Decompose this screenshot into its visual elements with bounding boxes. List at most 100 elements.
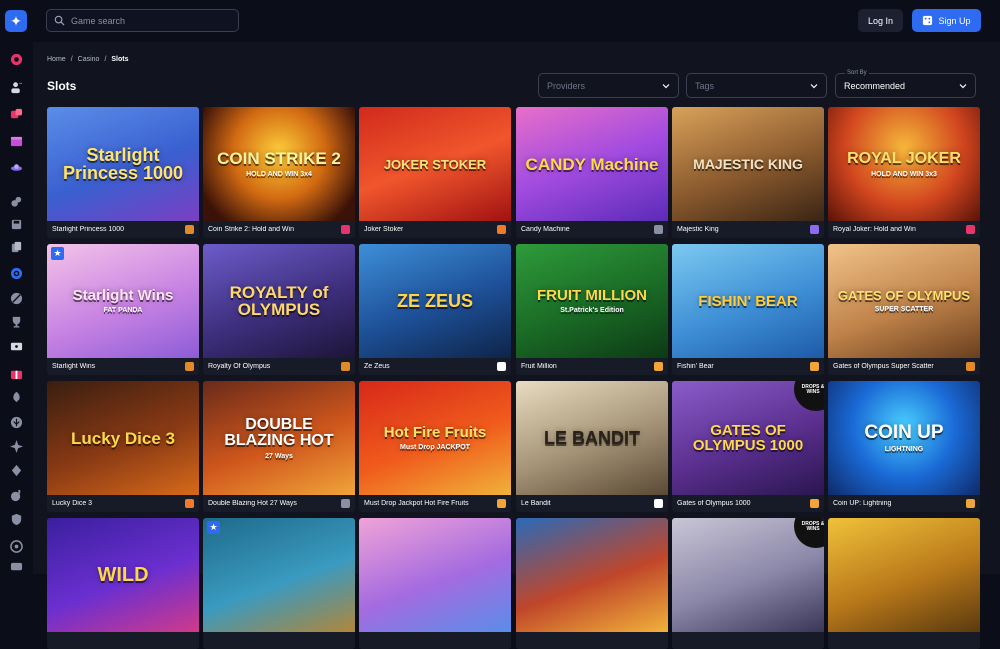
game-thumbnail[interactable]: CANDY Machine xyxy=(516,107,668,221)
bomb-icon[interactable] xyxy=(9,488,24,503)
ufo-icon[interactable] xyxy=(9,160,24,175)
game-thumbnail[interactable]: Starlight Wins FAT PANDA ★ xyxy=(47,244,199,358)
game-thumbnail[interactable]: DROPS & WINS xyxy=(672,518,824,632)
sort-dropdown[interactable]: Sort By Recommended xyxy=(835,70,976,98)
game-name[interactable]: Starlight Wins xyxy=(52,363,95,370)
game-name[interactable]: Fruit Million xyxy=(521,363,557,370)
game-card[interactable]: Starlight Princess 1000 Starlight Princes… xyxy=(47,107,199,238)
game-card[interactable] xyxy=(359,518,511,649)
game-card[interactable]: GATES OF OLYMPUS SUPER SCATTER Gates of Ol… xyxy=(828,244,980,375)
game-card[interactable]: LE BANDIT Le Bandit xyxy=(516,381,668,512)
game-card[interactable]: MAJESTIC KING Majestic King xyxy=(672,107,824,238)
game-thumbnail[interactable]: COIN STRIKE 2 HOLD AND WIN 3x4 xyxy=(203,107,355,221)
game-card[interactable]: COIN STRIKE 2 HOLD AND WIN 3x4 Coin Strike… xyxy=(203,107,355,238)
chest-icon[interactable] xyxy=(9,134,24,149)
game-thumbnail[interactable] xyxy=(516,518,668,632)
game-thumbnail[interactable]: GATES OF OLYMPUS SUPER SCATTER xyxy=(828,244,980,358)
game-thumbnail[interactable]: DOUBLE BLAZING HOT 27 Ways xyxy=(203,381,355,495)
search-input[interactable] xyxy=(71,15,231,26)
game-name[interactable]: Coin UP: Lightning xyxy=(833,500,891,507)
game-thumbnail[interactable]: Starlight Princess 1000 xyxy=(47,107,199,221)
target-icon[interactable] xyxy=(9,266,24,281)
chat-icon[interactable] xyxy=(9,560,24,575)
tags-dropdown[interactable]: Tags xyxy=(686,73,827,98)
lobby-icon[interactable] xyxy=(9,52,24,67)
cards-icon[interactable] xyxy=(9,240,24,255)
game-card[interactable]: WILD xyxy=(47,518,199,649)
game-thumbnail[interactable]: FRUIT MILLION St.Patrick's Edition xyxy=(516,244,668,358)
game-thumbnail[interactable]: LE BANDIT xyxy=(516,381,668,495)
game-card[interactable]: DOUBLE BLAZING HOT 27 Ways Double Blazing … xyxy=(203,381,355,512)
breadcrumb-home[interactable]: Home xyxy=(47,56,66,63)
game-thumbnail[interactable]: ZE ZEUS xyxy=(359,244,511,358)
game-name[interactable]: Starlight Princess 1000 xyxy=(52,226,124,233)
rocket-icon[interactable] xyxy=(9,390,24,405)
game-card[interactable]: FRUIT MILLION St.Patrick's Edition Fruit M… xyxy=(516,244,668,375)
save-icon[interactable] xyxy=(9,217,24,232)
game-name[interactable]: Must Drop Jackpot Hot Fire Fruits xyxy=(364,500,469,507)
game-thumbnail[interactable]: GATES OF OLYMPUS 1000 DROPS & WINS xyxy=(672,381,824,495)
game-name[interactable]: Lucky Dice 3 xyxy=(52,500,92,507)
game-card[interactable]: FISHIN' BEAR Fishin' Bear xyxy=(672,244,824,375)
game-card[interactable] xyxy=(516,518,668,649)
search-box[interactable] xyxy=(46,9,239,32)
game-card[interactable] xyxy=(828,518,980,649)
game-art-title: CANDY Machine xyxy=(525,154,659,174)
game-thumbnail[interactable]: Lucky Dice 3 xyxy=(47,381,199,495)
game-art-subtitle: St.Patrick's Edition xyxy=(560,307,624,314)
game-card[interactable]: JOKER STOKER Joker Stoker xyxy=(359,107,511,238)
game-card[interactable]: Hot Fire Fruits Must Drop JACKPOT Must Dro… xyxy=(359,381,511,512)
game-thumbnail[interactable]: MAJESTIC KING xyxy=(672,107,824,221)
game-card[interactable]: GATES OF OLYMPUS 1000 DROPS & WINS Gates o… xyxy=(672,381,824,512)
game-thumbnail[interactable]: WILD xyxy=(47,518,199,632)
breadcrumb-casino[interactable]: Casino xyxy=(78,56,100,63)
shield-icon[interactable] xyxy=(9,512,24,527)
game-thumbnail[interactable] xyxy=(359,518,511,632)
game-thumbnail[interactable]: JOKER STOKER xyxy=(359,107,511,221)
support-icon[interactable] xyxy=(9,539,24,554)
game-name[interactable]: Royalty Of Olympus xyxy=(208,363,270,370)
game-name[interactable]: Double Blazing Hot 27 Ways xyxy=(208,500,297,507)
login-button[interactable]: Log In xyxy=(858,9,903,32)
game-name[interactable]: Candy Machine xyxy=(521,226,570,233)
game-card[interactable]: ROYAL JOKER HOLD AND WIN 3x3 Royal Joker: … xyxy=(828,107,980,238)
add-friend-icon[interactable] xyxy=(9,80,24,95)
game-thumbnail[interactable]: ROYAL JOKER HOLD AND WIN 3x3 xyxy=(828,107,980,221)
game-name[interactable]: Gates of Olympus Super Scatter xyxy=(833,363,934,370)
game-card[interactable]: DROPS & WINS xyxy=(672,518,824,649)
game-card[interactable]: ZE ZEUS Ze Zeus xyxy=(359,244,511,375)
signup-button[interactable]: Sign Up xyxy=(912,9,981,32)
game-name[interactable]: Fishin' Bear xyxy=(677,363,714,370)
game-name[interactable]: Ze Zeus xyxy=(364,363,390,370)
game-card[interactable]: Lucky Dice 3 Lucky Dice 3 xyxy=(47,381,199,512)
poker-icon[interactable] xyxy=(9,463,24,478)
trophy-icon[interactable] xyxy=(9,314,24,329)
provider-endorphina-icon xyxy=(185,499,194,508)
game-name[interactable]: Joker Stoker xyxy=(364,226,403,233)
game-thumbnail[interactable]: Hot Fire Fruits Must Drop JACKPOT xyxy=(359,381,511,495)
logo-icon[interactable]: ✦ xyxy=(5,10,27,32)
sport-icon[interactable] xyxy=(9,291,24,306)
gift-icon[interactable] xyxy=(9,366,24,381)
game-card[interactable]: Starlight Wins FAT PANDA ★ Starlight Wins xyxy=(47,244,199,375)
game-name[interactable]: Majestic King xyxy=(677,226,719,233)
gamepad-icon[interactable] xyxy=(9,194,24,209)
leaf-icon[interactable] xyxy=(9,415,24,430)
ticket-icon[interactable] xyxy=(9,339,24,354)
game-name[interactable]: Royal Joker: Hold and Win xyxy=(833,226,916,233)
game-card[interactable]: COIN UP LIGHTNING Coin UP: Lightning xyxy=(828,381,980,512)
game-card[interactable]: CANDY Machine Candy Machine xyxy=(516,107,668,238)
game-name[interactable]: Coin Strike 2: Hold and Win xyxy=(208,226,294,233)
game-thumbnail[interactable]: FISHIN' BEAR xyxy=(672,244,824,358)
game-card[interactable]: ROYALTY of OLYMPUS Royalty Of Olympus xyxy=(203,244,355,375)
dice-icon[interactable] xyxy=(9,107,24,122)
game-thumbnail[interactable]: ★ xyxy=(203,518,355,632)
game-name[interactable]: Gates of Olympus 1000 xyxy=(677,500,751,507)
game-thumbnail[interactable]: COIN UP LIGHTNING xyxy=(828,381,980,495)
game-name[interactable]: Le Bandit xyxy=(521,500,551,507)
game-thumbnail[interactable]: ROYALTY of OLYMPUS xyxy=(203,244,355,358)
providers-dropdown[interactable]: Providers xyxy=(538,73,679,98)
sparkle-icon[interactable] xyxy=(9,439,24,454)
game-card[interactable]: ★ xyxy=(203,518,355,649)
game-thumbnail[interactable] xyxy=(828,518,980,632)
